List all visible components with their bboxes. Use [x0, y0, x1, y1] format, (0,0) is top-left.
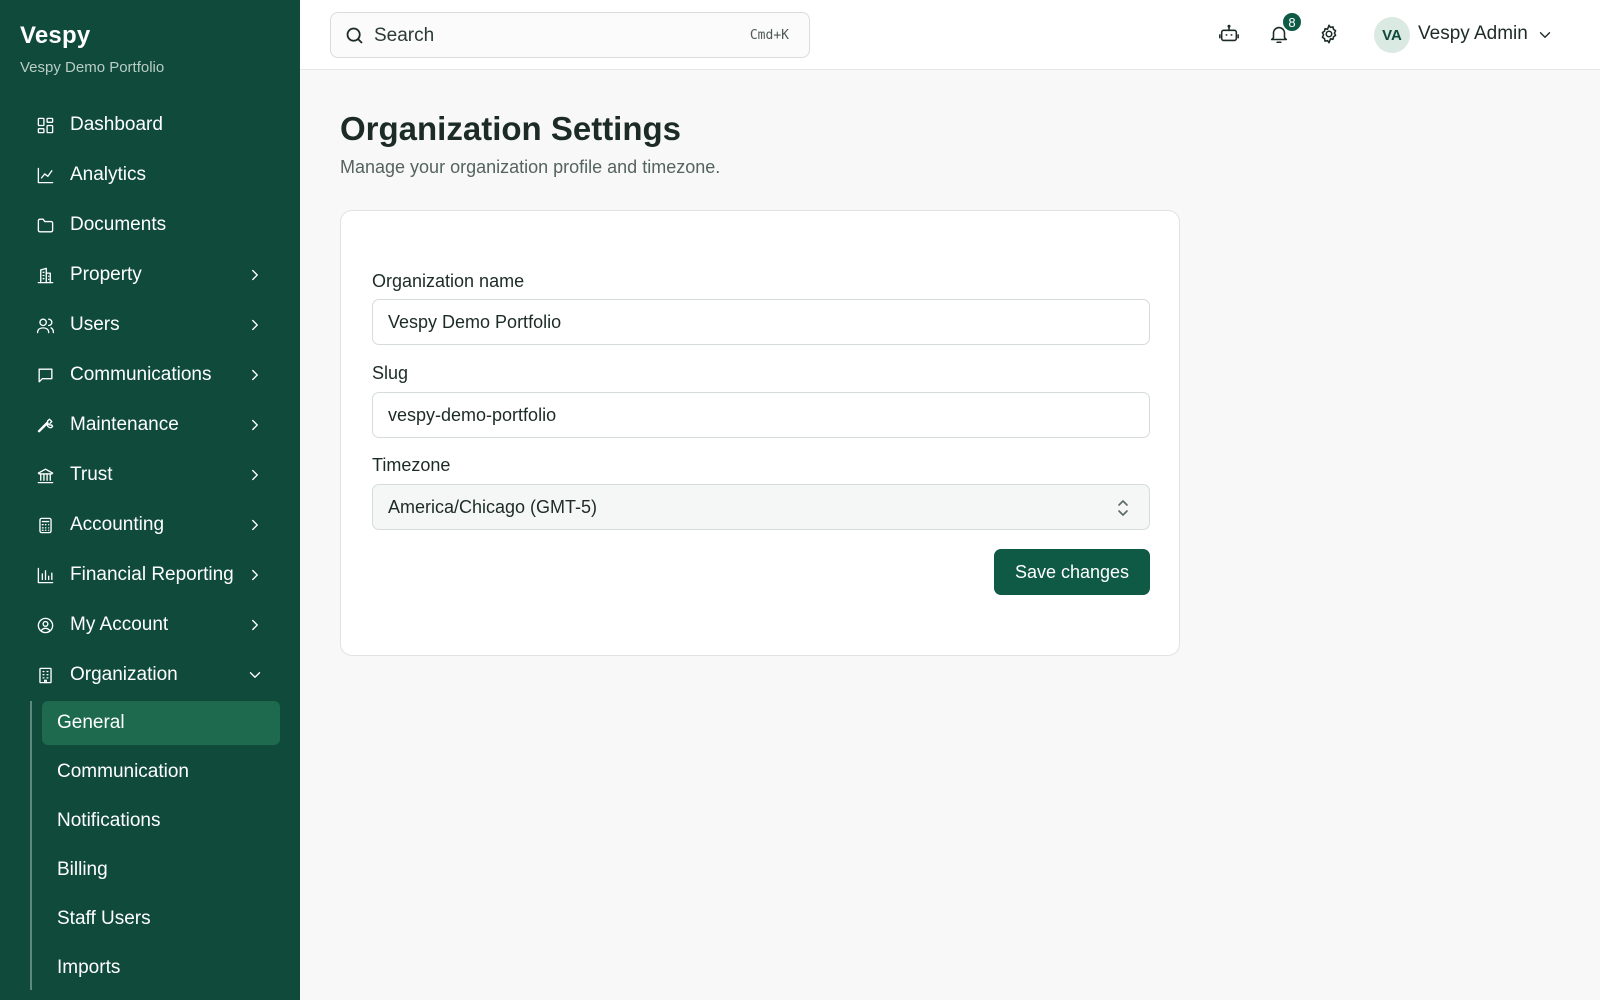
search-shortcut: Cmd+K: [749, 28, 789, 43]
sidebar-subitem-billing[interactable]: Billing: [42, 848, 280, 892]
timezone-label: Timezone: [372, 455, 451, 475]
sidebar-item-label: Communications: [70, 364, 212, 385]
sidebar-item-label: Dashboard: [70, 114, 163, 135]
chevron-up-down-icon: [1115, 498, 1133, 518]
user-menu-name[interactable]: Vespy Admin: [1418, 23, 1528, 45]
bank-icon: [35, 465, 55, 485]
sidebar-subitem-staff-users[interactable]: Staff Users: [42, 897, 280, 941]
chevron-right-icon: [246, 466, 264, 484]
sidebar-item-label: Users: [70, 314, 120, 335]
sidebar-item-label: Documents: [70, 214, 167, 235]
chevron-down-icon: [246, 666, 264, 684]
sidebar-item-label: Maintenance: [70, 414, 179, 435]
sidebar-item-label: Organization: [70, 664, 178, 685]
page-title: Organization Settings: [340, 110, 682, 147]
sidebar-item-users[interactable]: Users: [0, 300, 300, 350]
slug-label: Slug: [372, 363, 409, 383]
sidebar-subitem-general[interactable]: General: [42, 701, 280, 745]
sidebar-item-documents[interactable]: Documents: [0, 200, 300, 250]
timezone-value: America/Chicago (GMT-5): [388, 497, 598, 517]
sidebar-item-label: Property: [70, 264, 142, 285]
folder-icon: [35, 215, 55, 235]
line-chart-icon: [35, 165, 55, 185]
slug-input[interactable]: [372, 392, 1150, 438]
org-name-label: Organization name: [372, 271, 525, 291]
search-input[interactable]: Search Cmd+K: [330, 12, 810, 58]
sidebar-item-analytics[interactable]: Analytics: [0, 150, 300, 200]
sidebar-item-my-account[interactable]: My Account: [0, 600, 300, 650]
office-icon: [35, 665, 55, 685]
calculator-icon: [35, 515, 55, 535]
sidebar-item-accounting[interactable]: Accounting: [0, 500, 300, 550]
sidebar-item-label: Financial Reporting: [70, 564, 234, 585]
save-button[interactable]: Save changes: [994, 549, 1150, 595]
organization-subnav: General Communication Notifications Bill…: [30, 701, 300, 990]
chevron-right-icon: [246, 516, 264, 534]
timezone-select[interactable]: America/Chicago (GMT-5): [372, 484, 1150, 530]
wrench-icon: [35, 415, 55, 435]
sidebar-item-maintenance[interactable]: Maintenance: [0, 400, 300, 450]
brand-name: Vespy: [20, 22, 91, 49]
sidebar-item-label: Accounting: [70, 514, 165, 535]
chevron-right-icon: [246, 316, 264, 334]
user-circle-icon: [35, 615, 55, 635]
chevron-right-icon: [246, 366, 264, 384]
sidebar-item-trust[interactable]: Trust: [0, 450, 300, 500]
chevron-right-icon: [246, 566, 264, 584]
building-icon: [35, 265, 55, 285]
bar-chart-icon: [35, 565, 55, 585]
sidebar-subitem-communication[interactable]: Communication: [42, 750, 280, 794]
avatar[interactable]: VA: [1374, 17, 1410, 53]
gear-icon[interactable]: [1318, 23, 1342, 47]
sidebar-item-property[interactable]: Property: [0, 250, 300, 300]
sidebar-item-communications[interactable]: Communications: [0, 350, 300, 400]
sidebar-subitem-notifications[interactable]: Notifications: [42, 799, 280, 843]
chevron-down-icon[interactable]: [1536, 26, 1554, 44]
chevron-right-icon: [246, 616, 264, 634]
sidebar-item-dashboard[interactable]: Dashboard: [0, 100, 300, 150]
settings-card: Organization name Slug Timezone America/…: [340, 210, 1180, 656]
users-icon: [35, 315, 55, 335]
sidebar-nav: Dashboard Analytics Documents Property U…: [0, 100, 300, 990]
sidebar-item-label: Trust: [70, 464, 113, 485]
message-icon: [35, 365, 55, 385]
dashboard-icon: [35, 115, 55, 135]
brand-subtitle: Vespy Demo Portfolio: [20, 59, 165, 76]
org-name-input[interactable]: [372, 299, 1150, 345]
sidebar-item-financial-reporting[interactable]: Financial Reporting: [0, 550, 300, 600]
sidebar-item-organization[interactable]: Organization: [0, 650, 300, 700]
bot-icon[interactable]: [1218, 23, 1242, 47]
sidebar-item-label: My Account: [70, 614, 169, 635]
chevron-right-icon: [246, 416, 264, 434]
notification-badge: 8: [1282, 12, 1302, 32]
search-placeholder: Search: [374, 25, 435, 46]
chevron-right-icon: [246, 266, 264, 284]
search-icon: [344, 25, 365, 46]
sidebar-item-label: Analytics: [70, 164, 147, 185]
page-subtitle: Manage your organization profile and tim…: [340, 157, 721, 177]
sidebar: Vespy Vespy Demo Portfolio Dashboard Ana…: [0, 0, 300, 1000]
sidebar-subitem-imports[interactable]: Imports: [42, 946, 280, 990]
brand: Vespy Vespy Demo Portfolio: [0, 0, 300, 76]
